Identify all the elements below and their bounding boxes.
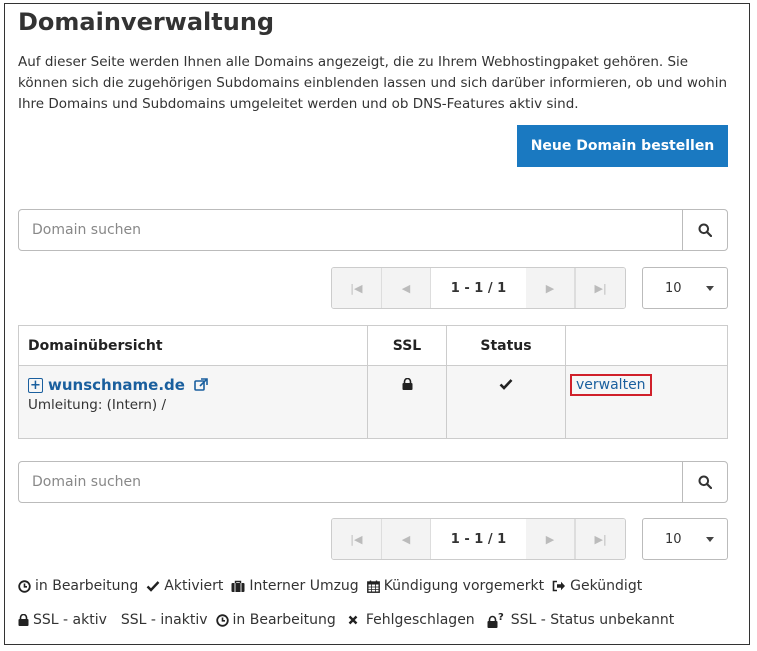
- legend-item: in Bearbeitung: [18, 578, 138, 594]
- clock-icon: [18, 579, 31, 593]
- prev-page-icon: ◀: [401, 532, 411, 546]
- header-ssl: SSL: [368, 326, 447, 365]
- calendar-icon: [366, 580, 380, 593]
- search-icon: [698, 223, 712, 237]
- domain-search-input[interactable]: [19, 462, 682, 502]
- legend-item: ? SSL - Status unbekannt: [487, 612, 675, 628]
- legend-label: Fehlgeschlagen: [365, 612, 475, 628]
- per-page-value: 10: [665, 531, 682, 547]
- first-page-icon: |◀: [350, 532, 363, 546]
- page-intro: Auf dieser Seite werden Ihnen alle Domai…: [18, 54, 728, 112]
- page-info: 1 - 1 / 1: [431, 268, 526, 308]
- legend-label: in Bearbeitung: [232, 612, 336, 628]
- legend-item: Fehlgeschlagen: [348, 612, 475, 628]
- table-row: + wunschname.de Umleitung: (Intern) / ve…: [19, 366, 727, 438]
- pagination-bottom: |◀ ◀ 1 - 1 / 1 ▶ ▶|: [331, 518, 626, 560]
- manage-link[interactable]: verwalten: [570, 374, 652, 396]
- lock-icon: [402, 378, 412, 390]
- caret-down-icon: [706, 537, 714, 542]
- legend-item: Kündigung vorgemerkt: [366, 578, 545, 594]
- svg-text:?: ?: [498, 612, 504, 623]
- search-icon: [698, 475, 712, 489]
- legend-item: in Bearbeitung: [215, 612, 336, 628]
- domain-cell: + wunschname.de Umleitung: (Intern) /: [19, 366, 368, 438]
- expand-plus-icon[interactable]: +: [28, 377, 43, 393]
- search-button[interactable]: [682, 462, 727, 502]
- legend-label: Interner Umzug: [249, 578, 359, 594]
- pagination-top: |◀ ◀ 1 - 1 / 1 ▶ ▶|: [331, 267, 626, 309]
- per-page-value: 10: [665, 280, 682, 296]
- first-page-button[interactable]: |◀: [332, 268, 382, 308]
- domain-link[interactable]: wunschname.de: [48, 376, 185, 394]
- legend-item: Gekündigt: [552, 578, 642, 594]
- external-link-icon[interactable]: [194, 378, 208, 392]
- legend-label: Gekündigt: [570, 578, 643, 594]
- legend-item: SSL - aktiv: [18, 612, 107, 628]
- first-page-button[interactable]: |◀: [332, 519, 382, 559]
- page-info: 1 - 1 / 1: [431, 519, 526, 559]
- next-page-icon: ▶: [545, 281, 555, 295]
- legend-label: SSL - inaktiv: [120, 612, 208, 628]
- legend-item: Aktiviert: [146, 578, 223, 594]
- redirect-info: Umleitung: (Intern) /: [28, 397, 167, 413]
- legend-label: SSL - aktiv: [33, 612, 107, 628]
- header-overview: Domainübersicht: [19, 326, 368, 365]
- next-page-icon: ▶: [545, 532, 555, 546]
- domain-search-input[interactable]: [19, 210, 682, 250]
- status-cell: [447, 366, 566, 438]
- last-page-icon: ▶|: [594, 281, 607, 295]
- page-title: Domainverwaltung: [18, 8, 275, 36]
- legend-item: SSL - inaktiv: [121, 612, 208, 628]
- domain-table: Domainübersicht SSL Status + wunschname.…: [18, 325, 728, 439]
- legend-ssl: SSL - aktiv SSL - inaktiv in Bearbeitung…: [18, 612, 682, 628]
- suitcase-icon: [231, 580, 245, 593]
- legend-label: in Bearbeitung: [35, 578, 139, 594]
- order-domain-button[interactable]: Neue Domain bestellen: [517, 125, 728, 167]
- times-icon: [348, 615, 358, 625]
- per-page-select[interactable]: 10: [642, 518, 728, 560]
- legend-status: in Bearbeitung Aktiviert Interner Umzug …: [18, 578, 650, 594]
- clock-icon: [215, 613, 229, 627]
- table-header: Domainübersicht SSL Status: [19, 326, 727, 366]
- check-icon: [499, 379, 513, 390]
- per-page-select[interactable]: 10: [642, 267, 728, 309]
- domain-search-top: [18, 209, 728, 251]
- header-actions: [566, 326, 727, 365]
- last-page-button[interactable]: ▶|: [575, 268, 625, 308]
- sign-out-icon: [552, 580, 566, 592]
- domain-search-bottom: [18, 461, 728, 503]
- header-status: Status: [447, 326, 566, 365]
- legend-label: Kündigung vorgemerkt: [383, 578, 545, 594]
- legend-item: Interner Umzug: [231, 578, 359, 594]
- lock-question-icon: ?: [487, 612, 505, 628]
- search-button[interactable]: [682, 210, 727, 250]
- caret-down-icon: [706, 286, 714, 291]
- first-page-icon: |◀: [350, 281, 363, 295]
- last-page-icon: ▶|: [594, 532, 607, 546]
- last-page-button[interactable]: ▶|: [575, 519, 625, 559]
- ssl-cell: [368, 366, 447, 438]
- lock-icon: [18, 614, 29, 626]
- prev-page-button[interactable]: ◀: [381, 519, 432, 559]
- check-icon: [146, 580, 160, 592]
- legend-label: Aktiviert: [164, 578, 224, 594]
- next-page-button[interactable]: ▶: [525, 519, 576, 559]
- prev-page-icon: ◀: [401, 281, 411, 295]
- actions-cell: verwalten: [566, 366, 727, 438]
- prev-page-button[interactable]: ◀: [381, 268, 432, 308]
- next-page-button[interactable]: ▶: [525, 268, 576, 308]
- legend-label: SSL - Status unbekannt: [510, 612, 675, 628]
